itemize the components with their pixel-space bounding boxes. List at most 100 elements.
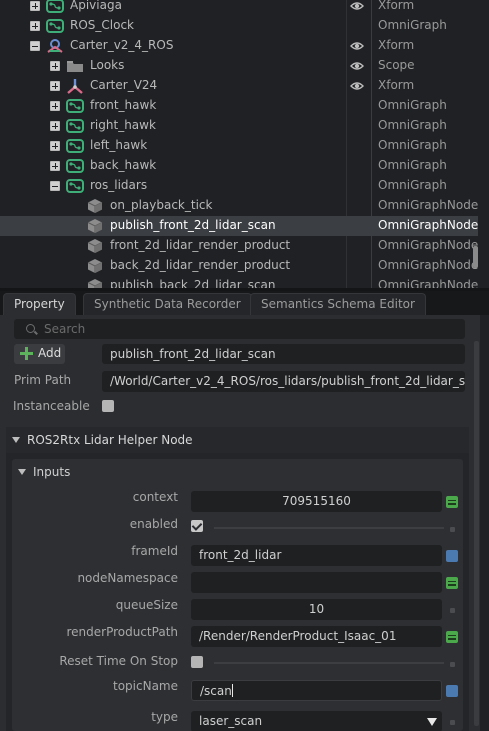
input-value-field[interactable]: /Render/RenderProduct_Isaac_01 xyxy=(191,626,442,647)
instanceable-checkbox[interactable] xyxy=(102,400,114,412)
collapse-icon[interactable] xyxy=(50,181,60,191)
inputs-frame: Inputs context 709515160 enabled frameId fro… xyxy=(12,459,463,731)
tree-row[interactable]: right_hawk OmniGraph xyxy=(0,116,478,136)
expand-icon[interactable] xyxy=(30,1,40,11)
tree-row[interactable]: Carter_V24 Xform xyxy=(0,76,478,96)
input-row-enabled: enabled xyxy=(12,516,463,540)
property-panel: Add publish_front_2d_lidar_scan Prim Pat… xyxy=(0,315,489,731)
visibility-eye-icon[interactable] xyxy=(350,40,364,52)
input-label: context xyxy=(132,490,178,504)
collapse-icon[interactable] xyxy=(30,41,40,51)
input-value-field[interactable]: laser_scan xyxy=(191,711,442,731)
expand-icon[interactable] xyxy=(50,161,60,171)
ros2-lidar-helper-header[interactable]: ROS2Rtx Lidar Helper Node xyxy=(6,427,469,453)
omnigraph-icon xyxy=(66,178,84,194)
node-cube-icon xyxy=(86,218,104,234)
xform-axes-icon xyxy=(66,78,84,94)
tree-row[interactable]: front_hawk OmniGraph xyxy=(0,96,478,116)
input-row-nodenamespace: nodeNamespace xyxy=(12,570,463,594)
prim-path-field[interactable]: /World/Carter_v2_4_ROS/ros_lidars/publis… xyxy=(102,371,465,392)
input-value-field[interactable]: 709515160 xyxy=(191,491,442,512)
input-value-field[interactable]: 10 xyxy=(191,599,442,620)
expand-icon[interactable] xyxy=(50,121,60,131)
search-input[interactable] xyxy=(44,321,444,337)
visibility-eye-icon[interactable] xyxy=(350,0,364,12)
default-value-icon[interactable] xyxy=(450,608,455,613)
input-label: renderProductPath xyxy=(66,625,178,639)
tree-row[interactable]: ros_lidars OmniGraph xyxy=(0,176,478,196)
add-button[interactable]: Add xyxy=(14,344,65,364)
input-row-type: type laser_scan xyxy=(12,705,463,731)
tab-semantics-schema-editor[interactable]: Semantics Schema Editor xyxy=(250,293,426,315)
value-changed-icon[interactable] xyxy=(446,550,458,562)
collapse-triangle-icon xyxy=(18,469,26,475)
tree-row-name: publish_front_2d_lidar_scan xyxy=(110,218,276,232)
connection-menu-icon[interactable] xyxy=(446,496,458,508)
chevron-down-icon xyxy=(427,718,437,726)
tab-synthetic-data-recorder[interactable]: Synthetic Data Recorder xyxy=(83,293,252,315)
expand-icon[interactable] xyxy=(50,81,60,91)
tree-row[interactable]: front_2d_lidar_render_product OmniGraphNo… xyxy=(0,236,478,256)
input-label: queueSize xyxy=(115,598,178,612)
tree-row-type: OmniGraph xyxy=(378,178,447,192)
tree-row-name: ROS_Clock xyxy=(70,18,135,32)
section-title: ROS2Rtx Lidar Helper Node xyxy=(27,433,193,447)
expand-icon[interactable] xyxy=(50,101,60,111)
input-checkbox[interactable] xyxy=(191,656,203,668)
visibility-eye-icon[interactable] xyxy=(350,60,364,72)
property-scrollbar[interactable] xyxy=(474,341,479,726)
stage-tree-scrollbar[interactable] xyxy=(473,246,478,268)
tree-row[interactable]: publish_front_2d_lidar_scan OmniGraphNode xyxy=(0,216,478,236)
tree-row[interactable]: Apiviaga Xform xyxy=(0,0,478,16)
node-cube-icon xyxy=(86,238,104,254)
input-slider-track[interactable] xyxy=(214,527,444,529)
tree-row[interactable]: back_hawk OmniGraph xyxy=(0,156,478,176)
property-search[interactable] xyxy=(14,319,465,339)
visibility-eye-icon[interactable] xyxy=(350,80,364,92)
expand-icon[interactable] xyxy=(30,21,40,31)
search-icon xyxy=(26,324,35,333)
omnigraph-icon xyxy=(66,98,84,114)
collapse-triangle-icon xyxy=(12,437,20,443)
connection-menu-icon[interactable] xyxy=(446,631,458,643)
expand-icon[interactable] xyxy=(50,141,60,151)
tree-row[interactable]: left_hawk OmniGraph xyxy=(0,136,478,156)
tree-row-type: OmniGraph xyxy=(378,18,447,32)
input-row-topicname: topicName/scan xyxy=(12,678,463,702)
tree-row[interactable]: back_2d_lidar_render_product OmniGraphNod… xyxy=(0,256,478,276)
input-slider-track[interactable] xyxy=(214,662,444,664)
input-label: Reset Time On Stop xyxy=(59,654,178,668)
input-checkbox[interactable] xyxy=(191,520,203,532)
input-row-reset-time-on-stop: Reset Time On Stop xyxy=(12,651,463,675)
input-row-frameid: frameId front_2d_lidar xyxy=(12,543,463,567)
inputs-title: Inputs xyxy=(33,465,71,479)
input-row-renderproductpath: renderProductPath/Render/RenderProduct_I… xyxy=(12,624,463,648)
input-value-field[interactable] xyxy=(191,572,442,593)
panel-right-edge xyxy=(480,315,489,731)
connection-menu-icon[interactable] xyxy=(446,577,458,589)
tree-row[interactable]: publish_back_2d_lidar_scan OmniGraphNode xyxy=(0,276,478,288)
omnigraph-icon xyxy=(46,18,64,34)
tree-row[interactable]: Looks Scope xyxy=(0,56,478,76)
tree-row[interactable]: ROS_Clock OmniGraph xyxy=(0,16,478,36)
input-label: frameId xyxy=(131,544,178,558)
tree-row[interactable]: Carter_v2_4_ROS Xform xyxy=(0,36,478,56)
input-value-field[interactable]: /scan xyxy=(191,680,442,701)
default-value-icon[interactable] xyxy=(450,527,455,532)
default-value-icon[interactable] xyxy=(450,720,455,725)
robot-xform-icon xyxy=(46,38,64,54)
tree-row[interactable]: on_playback_tick OmniGraphNode xyxy=(0,196,478,216)
default-value-icon[interactable] xyxy=(450,662,455,667)
expand-icon[interactable] xyxy=(50,61,60,71)
value-changed-icon[interactable] xyxy=(446,685,458,697)
stage-tree: Apiviaga Xform ROS_Clock OmniGraph Carter_v2… xyxy=(0,0,489,288)
prim-name-field[interactable]: publish_front_2d_lidar_scan xyxy=(102,344,465,364)
inputs-header[interactable]: Inputs xyxy=(12,459,463,485)
tab-property[interactable]: Property xyxy=(3,293,76,315)
folder-icon xyxy=(66,58,84,74)
omnigraph-icon xyxy=(46,0,64,14)
input-value-field[interactable]: front_2d_lidar xyxy=(191,545,442,566)
omnigraph-icon xyxy=(66,158,84,174)
text-cursor xyxy=(231,684,233,697)
input-label: topicName xyxy=(113,679,178,693)
